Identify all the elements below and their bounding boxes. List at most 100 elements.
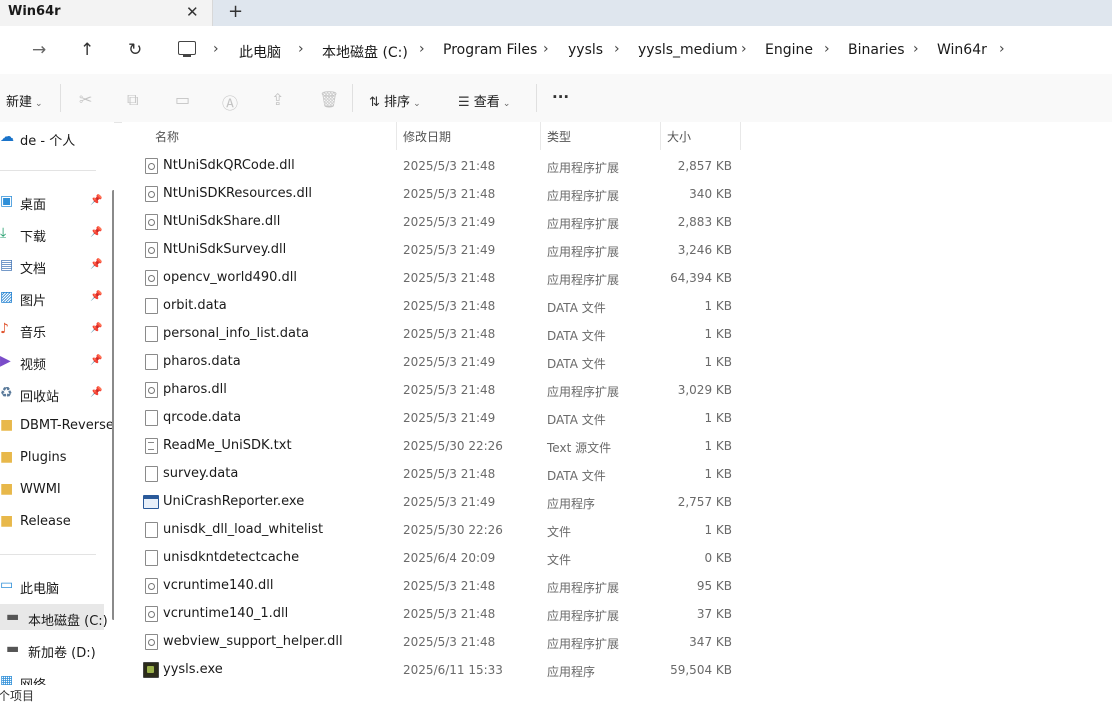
sidebar-item-label: 视频 [20, 358, 47, 373]
sidebar-item-recycle-bin[interactable]: ♻ 回收站 📌 [0, 380, 114, 406]
file-type: 应用程序扩展 [547, 273, 620, 287]
sidebar-item-release[interactable]: ■ Release [0, 508, 114, 534]
chevron-right-icon[interactable]: › [614, 41, 620, 57]
chevron-right-icon[interactable]: › [419, 41, 425, 57]
sidebar-item-documents[interactable]: ▤ 文档 📌 [0, 252, 114, 278]
breadcrumb-c-drive[interactable]: 本地磁盘 (C:) [322, 42, 408, 62]
file-row[interactable]: NtUniSdkSurvey.dll 2025/5/3 21:49 应用程序扩展… [122, 236, 842, 264]
item-count-text: 个项目 [0, 689, 35, 703]
file-row[interactable]: personal_info_list.data 2025/5/3 21:48 D… [122, 320, 842, 348]
pin-icon[interactable]: 📌 [90, 323, 102, 334]
chevron-right-icon[interactable]: › [913, 41, 919, 57]
chevron-right-icon[interactable]: › [543, 41, 549, 57]
sidebar-item-plugins[interactable]: ■ Plugins [0, 444, 114, 470]
this-pc-icon[interactable] [178, 41, 196, 57]
sidebar-item-desktop[interactable]: ▣ 桌面 📌 [0, 188, 114, 214]
file-row[interactable]: ReadMe_UniSDK.txt 2025/5/30 22:26 Text 源… [122, 432, 842, 460]
breadcrumb-binaries[interactable]: Binaries [848, 42, 905, 58]
file-row[interactable]: survey.data 2025/5/3 21:48 DATA 文件 1 KB [122, 460, 842, 488]
sidebar-item-onedrive[interactable]: ☁ de - 个人 [0, 124, 114, 150]
sidebar-item-network[interactable]: ▦ 网络 [0, 668, 114, 685]
file-row[interactable]: vcruntime140.dll 2025/5/3 21:48 应用程序扩展 9… [122, 572, 842, 600]
column-divider[interactable] [740, 122, 741, 150]
sidebar-item-music[interactable]: ♪ 音乐 📌 [0, 316, 114, 342]
share-icon[interactable]: ⇪ [271, 90, 284, 109]
file-row[interactable]: webview_support_helper.dll 2025/5/3 21:4… [122, 628, 842, 656]
rename-icon[interactable]: Ⓐ [222, 90, 238, 114]
sidebar-item-videos[interactable]: ▶ 视频 📌 [0, 348, 114, 374]
sidebar-item-dbmt-reverse[interactable]: ■ DBMT-Reverse [0, 412, 114, 438]
file-row[interactable]: NtUniSdkQRCode.dll 2025/5/3 21:48 应用程序扩展… [122, 152, 842, 180]
file-type: 应用程序扩展 [547, 189, 620, 203]
pin-icon[interactable]: 📌 [90, 355, 102, 366]
paste-icon[interactable]: ▭ [175, 90, 190, 109]
file-row[interactable]: NtUniSdkShare.dll 2025/5/3 21:49 应用程序扩展 … [122, 208, 842, 236]
file-icon [145, 410, 158, 426]
breadcrumb-yysls[interactable]: yysls [568, 42, 603, 58]
up-arrow-icon[interactable]: ↑ [80, 40, 94, 60]
file-row[interactable]: unisdk_dll_load_whitelist 2025/5/30 22:2… [122, 516, 842, 544]
address-bar: → ↑ ↻ › 此电脑 › 本地磁盘 (C:) › Program Files … [0, 26, 1112, 74]
breadcrumb-program-files[interactable]: Program Files [443, 42, 537, 58]
sidebar-item-pictures[interactable]: ▨ 图片 📌 [0, 284, 114, 310]
tab-win64r[interactable]: Win64r ✕ [0, 0, 213, 26]
folder-icon: ■ [0, 481, 14, 497]
breadcrumb-this-pc[interactable]: 此电脑 [239, 42, 281, 62]
file-date: 2025/5/3 21:48 [403, 327, 496, 341]
column-header-size[interactable]: 大小 [660, 122, 740, 150]
file-date: 2025/5/3 21:48 [403, 635, 496, 649]
more-options-button[interactable]: ··· [552, 88, 569, 106]
sort-button[interactable]: ⇅ 排序 ⌄ [369, 91, 421, 110]
sidebar-item-wwmi[interactable]: ■ WWMI [0, 476, 114, 502]
chevron-right-icon[interactable]: › [824, 41, 830, 57]
chevron-right-icon[interactable]: › [298, 41, 304, 57]
file-size: 1 KB [704, 439, 732, 453]
new-button-label: 新建 [6, 95, 33, 110]
new-button[interactable]: 新建 ⌄ [6, 91, 43, 110]
file-row[interactable]: pharos.data 2025/5/3 21:49 DATA 文件 1 KB [122, 348, 842, 376]
cut-icon[interactable]: ✂ [79, 90, 92, 109]
file-row[interactable]: UniCrashReporter.exe 2025/5/3 21:49 应用程序… [122, 488, 842, 516]
file-row[interactable]: qrcode.data 2025/5/3 21:49 DATA 文件 1 KB [122, 404, 842, 432]
sidebar-item-this-pc[interactable]: ▭ 此电脑 [0, 572, 114, 598]
forward-arrow-icon[interactable]: → [32, 40, 46, 60]
chevron-right-icon[interactable]: › [999, 41, 1005, 57]
file-row[interactable]: unisdkntdetectcache 2025/6/4 20:09 文件 0 … [122, 544, 842, 572]
column-header-label: 大小 [667, 130, 692, 144]
sidebar-item-downloads[interactable]: ⤓ 下载 📌 [0, 220, 114, 246]
pin-icon[interactable]: 📌 [90, 195, 102, 206]
text-file-icon [145, 438, 158, 454]
new-tab-button[interactable]: + [228, 1, 243, 22]
file-row[interactable]: orbit.data 2025/5/3 21:48 DATA 文件 1 KB [122, 292, 842, 320]
breadcrumb-yysls-medium[interactable]: yysls_medium [638, 42, 738, 58]
chevron-right-icon[interactable]: › [741, 41, 747, 57]
sidebar-item-local-disk-c[interactable]: ▬ 本地磁盘 (C:) [0, 604, 108, 630]
sidebar-scrollbar[interactable] [112, 190, 114, 620]
file-row[interactable]: vcruntime140_1.dll 2025/5/3 21:48 应用程序扩展… [122, 600, 842, 628]
file-size: 95 KB [696, 579, 732, 593]
file-date: 2025/5/3 21:49 [403, 355, 496, 369]
chevron-right-icon[interactable]: › [213, 41, 219, 57]
column-header-date[interactable]: 修改日期 [396, 122, 540, 150]
sidebar-item-label: 文档 [20, 262, 47, 277]
breadcrumb-engine[interactable]: Engine [765, 42, 813, 58]
pin-icon[interactable]: 📌 [90, 387, 102, 398]
close-tab-icon[interactable]: ✕ [186, 3, 199, 21]
status-bar: 个项目 [0, 685, 1112, 707]
pin-icon[interactable]: 📌 [90, 227, 102, 238]
file-row[interactable]: yysls.exe 2025/6/11 15:33 应用程序 59,504 KB [122, 656, 842, 684]
file-row[interactable]: opencv_world490.dll 2025/5/3 21:48 应用程序扩… [122, 264, 842, 292]
delete-icon[interactable]: 🗑 [319, 90, 339, 109]
file-size: 1 KB [704, 467, 732, 481]
column-header-name[interactable]: ^ 名称 [122, 122, 396, 150]
refresh-icon[interactable]: ↻ [128, 40, 142, 60]
view-button[interactable]: ☰ 查看 ⌄ [458, 91, 510, 110]
column-header-type[interactable]: 类型 [540, 122, 660, 150]
pin-icon[interactable]: 📌 [90, 259, 102, 270]
pin-icon[interactable]: 📌 [90, 291, 102, 302]
sidebar-item-new-volume-d[interactable]: ▬ 新加卷 (D:) [0, 636, 114, 662]
breadcrumb-win64r[interactable]: Win64r [937, 42, 987, 58]
file-row[interactable]: NtUniSDKResources.dll 2025/5/3 21:48 应用程… [122, 180, 842, 208]
file-row[interactable]: pharos.dll 2025/5/3 21:48 应用程序扩展 3,029 K… [122, 376, 842, 404]
copy-icon[interactable]: ⧉ [127, 90, 138, 110]
